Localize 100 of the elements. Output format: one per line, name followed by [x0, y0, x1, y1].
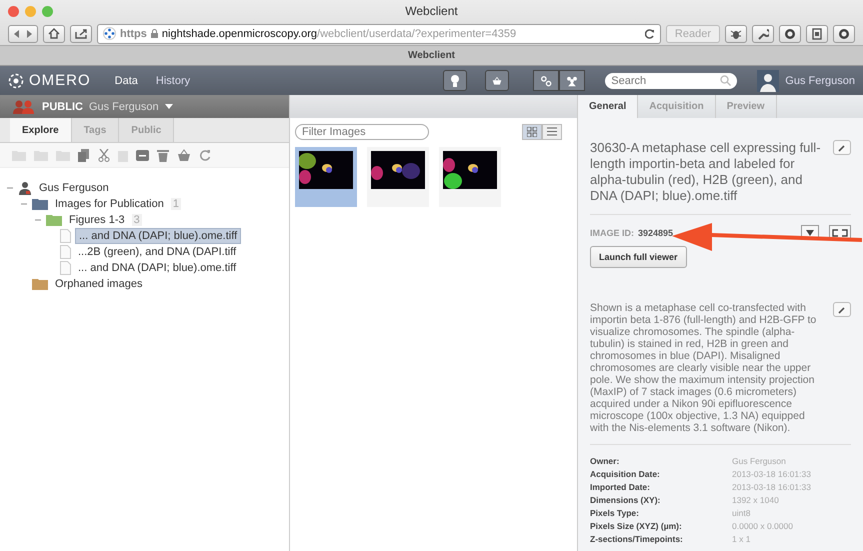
user-menu[interactable]: Gus Ferguson	[785, 74, 855, 86]
list-icon	[547, 127, 557, 136]
property-value: uint8	[732, 507, 752, 519]
clipboard-icon	[811, 28, 823, 40]
property-label: Acquisition Date:	[590, 468, 661, 480]
file-icon	[60, 229, 71, 243]
ring-icon	[784, 28, 796, 40]
file-icon	[60, 245, 71, 259]
back-forward-button[interactable]	[8, 24, 38, 42]
home-button[interactable]	[43, 24, 65, 42]
micrograph-drawing	[299, 151, 353, 189]
caret-icon[interactable]	[164, 104, 173, 109]
folder-icon	[32, 278, 48, 290]
panel-tab[interactable]: General	[578, 95, 638, 118]
folder-icon	[32, 198, 48, 210]
bug-button[interactable]	[725, 24, 747, 42]
tree-item[interactable]: Images for Publication	[52, 197, 167, 211]
address-bar[interactable]: https nightshade.openmicroscopy.org/webclient/userdata/?experimenter=4359	[97, 24, 661, 44]
filter-field[interactable]: Filter Images	[295, 124, 429, 140]
property-label: Z-sections/Timepoints:	[590, 533, 684, 545]
image-id: 3924895	[638, 228, 674, 238]
tree-item[interactable]: Gus Ferguson	[36, 181, 112, 195]
lock-icon	[150, 29, 158, 38]
close-icon[interactable]	[8, 6, 19, 16]
app-logo[interactable]: OMERO	[29, 72, 91, 89]
basket-icon[interactable]	[177, 149, 191, 161]
cut-icon[interactable]	[98, 148, 110, 162]
micrograph-drawing	[371, 151, 425, 189]
reload-icon[interactable]	[644, 28, 655, 38]
edit-button[interactable]	[833, 302, 851, 317]
thumbnail[interactable]	[295, 147, 357, 207]
url-host: nightshade.openmicroscopy.org	[162, 28, 318, 40]
lightbulb-button[interactable]	[443, 70, 468, 91]
folder-icon	[46, 214, 62, 226]
tree-item[interactable]: ...2B (green), and DNA (DAPI.tiff	[75, 245, 240, 259]
property-value: 0.0000 x 0.0000	[732, 520, 794, 532]
browser-tab[interactable]: Webclient	[408, 50, 456, 61]
image-name: 30630-A metaphase cell expressing full-length importin-beta and labeled for alpha-tubulin (red), H2B (green), and DNA (DAPI; blue).ome.tiff	[590, 140, 822, 204]
image-id-label: IMAGE ID:	[590, 228, 634, 238]
nav-link[interactable]: Data	[114, 74, 138, 86]
property-value: Gus Ferguson	[732, 455, 787, 467]
arrows-icon	[12, 28, 34, 38]
item-count: 1	[170, 198, 181, 210]
thumbnail[interactable]	[439, 147, 501, 207]
tree-item[interactable]: ... and DNA (DAPI; blue).ome.tiff	[75, 228, 242, 244]
window-title: Webclient	[405, 4, 458, 18]
property-value: 2013-03-18 16:01:33	[732, 468, 812, 480]
property-value: 1392 x 1040	[732, 494, 780, 506]
grid-view-button[interactable]	[522, 124, 542, 140]
group-icon	[12, 100, 36, 114]
pencil-icon	[838, 306, 846, 314]
property-value: 1 x 1	[732, 533, 752, 545]
home-icon	[48, 28, 60, 39]
nav-link[interactable]: History	[156, 74, 190, 86]
tree-item[interactable]: ... and DNA (DAPI; blue).ome.tiff	[75, 261, 240, 275]
basket-icon	[492, 74, 502, 86]
wrench-button[interactable]	[752, 24, 774, 42]
thumbnail[interactable]	[367, 147, 429, 207]
launch-viewer-button[interactable]: Launch full viewer	[590, 246, 687, 268]
property-label: Owner:	[590, 455, 620, 467]
settings-icon	[540, 74, 552, 88]
lightbulb-icon	[450, 74, 460, 88]
search-field[interactable]: Search	[605, 72, 738, 88]
url-scheme: https	[120, 28, 147, 40]
group-user[interactable]: Gus Ferguson	[88, 100, 159, 112]
image-description: Shown is a metaphase cell co-transfected with importin beta 1-876 (full-length) and H2B-GFP to visualize chromosomes. The spindle (alpha-tubulin) is stained in red, H2B in green and chromosomes in blue (DAPI). Misaligned chromosomes are clearly visible near the upper pole. We show the maximum intensity projection (MaxIP) of 7 stack images (0.6 micrometers) acquired under a Nikon 90i epifluorescence microscope (100x objective, 1.3 NA) equipped with the Nis-elements 3.1 software (Nikon).	[590, 302, 818, 434]
group-name[interactable]: PUBLIC	[42, 100, 83, 112]
copy-icon[interactable]	[78, 148, 90, 162]
clipboard-button[interactable]	[806, 24, 828, 42]
tree-item[interactable]: Orphaned images	[52, 277, 146, 291]
tree-item[interactable]: Figures 1-3	[66, 213, 128, 227]
property-label: Pixels Size (XYZ) (µm):	[590, 520, 683, 532]
logo-icon	[8, 72, 24, 88]
site-icon	[103, 27, 116, 40]
list-view-button[interactable]	[542, 124, 562, 140]
edit-button[interactable]	[833, 140, 851, 155]
refresh-icon[interactable]	[199, 149, 211, 161]
extension-button[interactable]	[833, 24, 855, 42]
bug-icon	[730, 28, 742, 40]
caret-icon	[806, 230, 814, 236]
explorer-tab[interactable]: Explore	[10, 118, 72, 142]
basket-button[interactable]	[485, 70, 510, 91]
url-path: /webclient/userdata/?experimenter=4359	[317, 28, 516, 40]
settings-button[interactable]	[533, 70, 560, 91]
trash-icon[interactable]	[157, 148, 169, 162]
item-count: 3	[132, 214, 142, 226]
remove-icon[interactable]	[136, 150, 149, 160]
link-icon	[832, 228, 848, 236]
grid-icon	[527, 126, 537, 136]
wrench-icon	[757, 28, 769, 40]
extension-button[interactable]	[779, 24, 801, 42]
share-button[interactable]	[70, 24, 92, 42]
avatar-icon[interactable]	[757, 70, 780, 92]
people-button[interactable]	[559, 70, 586, 91]
ring-icon	[838, 28, 850, 40]
property-label: Dimensions (XY):	[590, 494, 662, 506]
file-icon	[60, 261, 71, 275]
pencil-icon	[838, 144, 846, 152]
property-label: Imported Date:	[590, 481, 651, 493]
share-icon	[74, 28, 88, 39]
